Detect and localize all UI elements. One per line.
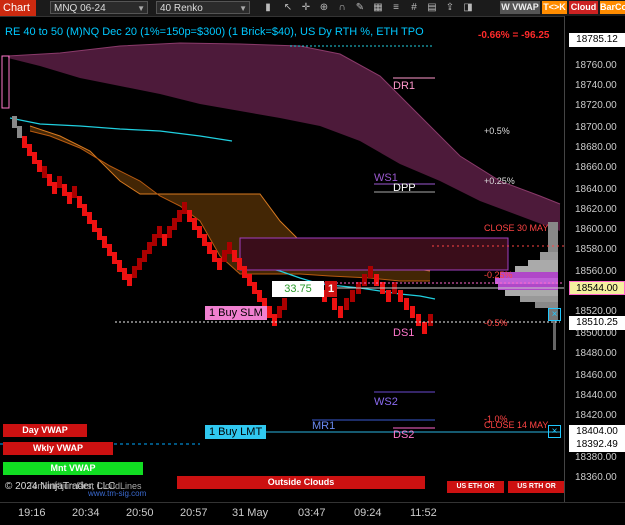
cloud-button[interactable]: Cloud — [569, 1, 598, 14]
chart-header: RE 40 to 50 (M)NQ Dec 20 (1%=150p=$300) … — [5, 26, 424, 38]
draw-icon[interactable]: ✎ — [354, 1, 366, 14]
grid-icon[interactable]: # — [408, 1, 420, 14]
position-pnl[interactable]: 33.75 — [272, 281, 324, 297]
properties-icon[interactable]: ≡ — [390, 1, 402, 14]
close-icon[interactable]: × — [548, 308, 561, 321]
price-tick: 18660.00 — [575, 162, 617, 173]
pnl-readout: -0.66% = -96.25 — [478, 30, 550, 41]
time-label: 20:57 — [180, 507, 208, 519]
close-14-may-label: CLOSE 14 MAY — [484, 420, 549, 430]
bar-type-select[interactable]: 40 Renko ▼ — [156, 1, 250, 14]
zoom-icon[interactable]: ⊕ — [318, 1, 330, 14]
time-axis[interactable]: 19:16 20:34 20:50 20:57 31 May 03:47 09:… — [0, 502, 625, 525]
time-label: 19:16 — [18, 507, 46, 519]
close-30-may-label: CLOSE 30 MAY — [484, 223, 549, 233]
chart-toolbar: Chart MNQ 06-24 ▼ 40 Renko ▼ ▮ ↖ ✛ ⊕ ∩ ✎… — [0, 0, 625, 17]
price-tick: 18720.00 — [575, 100, 617, 111]
close-icon[interactable]: × — [548, 425, 561, 438]
tk-button[interactable]: T<>K — [542, 1, 567, 14]
outside-clouds-button[interactable]: Outside Clouds — [177, 476, 425, 489]
chart-type-icon[interactable]: ▦ — [372, 1, 384, 14]
price-tick: 18580.00 — [575, 244, 617, 255]
price-tag-lower: 18392.49 — [569, 438, 625, 452]
pct-minus-0-25: -0.25% — [484, 270, 513, 280]
wkly-vwap-button[interactable]: Wkly VWAP — [3, 442, 113, 455]
price-tick: 18480.00 — [575, 348, 617, 359]
level-dr1: DR1 — [393, 80, 416, 92]
chevron-down-icon: ▼ — [239, 4, 247, 13]
pct-plus-0-25: +0.25% — [484, 176, 515, 186]
chevron-down-icon: ▼ — [137, 4, 145, 13]
instrument-select[interactable]: MNQ 06-24 ▼ — [50, 1, 148, 14]
price-tag-top: 18785.12 — [569, 33, 625, 47]
price-tick: 18460.00 — [575, 370, 617, 381]
price-tick: 18740.00 — [575, 80, 617, 91]
us-eth-or-button[interactable]: US ETH OR — [447, 481, 504, 493]
time-label: 20:50 — [126, 507, 154, 519]
screenshot-icon[interactable]: ◨ — [462, 1, 474, 14]
data-box-icon[interactable]: ▤ — [426, 1, 438, 14]
watermark-url: www.tm-sig.com — [88, 489, 147, 498]
price-tick: 18600.00 — [575, 224, 617, 235]
time-label: 31 May — [232, 507, 269, 519]
price-tag-lmt: 18404.00 — [569, 425, 625, 439]
buy-lmt-order[interactable]: 1 Buy LMT — [205, 425, 267, 439]
price-tick: 18380.00 — [575, 452, 617, 463]
bar-type-value: 40 Renko — [160, 3, 203, 14]
cursor-icon[interactable]: ↖ — [282, 1, 294, 14]
bar-chart-icon[interactable]: ▮ — [262, 1, 274, 14]
price-tick: 18760.00 — [575, 60, 617, 71]
price-axis[interactable]: 18760.00 18740.00 18720.00 18700.00 1868… — [564, 16, 625, 502]
price-tick: 18420.00 — [575, 410, 617, 421]
barcolor-button[interactable]: BarCo — [600, 1, 625, 14]
price-tag-current: 18544.00 — [569, 281, 625, 295]
price-tick: 18440.00 — [575, 390, 617, 401]
level-dpp: DPP — [393, 182, 416, 194]
us-rth-or-button[interactable]: US RTH OR — [508, 481, 565, 493]
chart-tab[interactable]: Chart — [0, 0, 36, 16]
price-tag-dotted: 18510.25 — [569, 316, 625, 330]
time-label: 09:24 — [354, 507, 382, 519]
day-vwap-button[interactable]: Day VWAP — [3, 424, 87, 437]
price-tick: 18360.00 — [575, 472, 617, 483]
level-ds1: DS1 — [393, 327, 415, 339]
upper-cloud — [8, 43, 560, 231]
time-label: 20:34 — [72, 507, 100, 519]
price-tick: 18700.00 — [575, 122, 617, 133]
price-tick: 18560.00 — [575, 266, 617, 277]
time-label: 11:52 — [410, 507, 437, 519]
level-mr1: MR1 — [312, 420, 336, 432]
instrument-value: MNQ 06-24 — [54, 3, 106, 14]
share-icon[interactable]: ⇪ — [444, 1, 456, 14]
price-tick: 18640.00 — [575, 184, 617, 195]
mnt-vwap-button[interactable]: Mnt VWAP — [3, 462, 143, 475]
time-label: 03:47 — [298, 507, 326, 519]
level-ds2: DS2 — [393, 429, 415, 441]
pct-minus-0-5: -0.5% — [484, 318, 508, 328]
pct-plus-0-5: +0.5% — [484, 126, 510, 136]
price-tick: 18680.00 — [575, 142, 617, 153]
magnet-icon[interactable]: ∩ — [336, 1, 348, 14]
price-tick: 18620.00 — [575, 204, 617, 215]
w-vwap-button[interactable]: W VWAP — [500, 1, 540, 14]
level-ws2: WS2 — [374, 396, 398, 408]
position-quantity[interactable]: 1 — [325, 281, 337, 297]
crosshair-icon[interactable]: ✛ — [300, 1, 312, 14]
buy-slm-order[interactable]: 1 Buy SLM — [205, 306, 267, 320]
